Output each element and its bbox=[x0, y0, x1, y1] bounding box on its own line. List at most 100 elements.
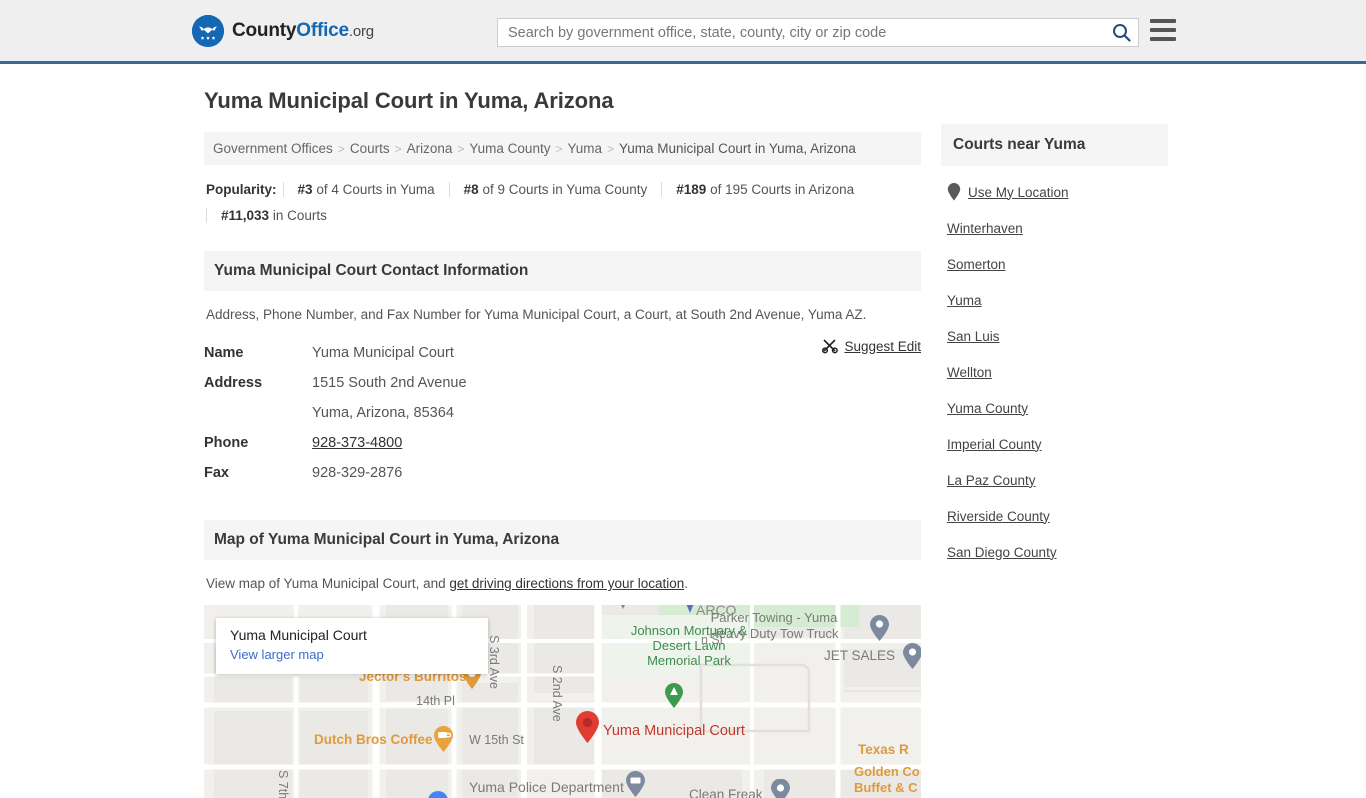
popularity-row: Popularity: #3 of 4 Courts in Yuma #8 of 9… bbox=[204, 165, 921, 237]
popularity-rank: #11,033 bbox=[221, 208, 270, 223]
contact-row-phone: Phone 928-373-4800 bbox=[204, 428, 921, 458]
sidebar-link[interactable]: San Diego County bbox=[947, 545, 1057, 560]
contact-section-description: Address, Phone Number, and Fax Number fo… bbox=[206, 307, 867, 322]
sidebar-link[interactable]: Yuma bbox=[947, 293, 982, 308]
contact-row-name: Name Yuma Municipal Court bbox=[204, 338, 921, 368]
map-label-texas-roadhouse: Texas R bbox=[858, 742, 909, 757]
map-label-yuma-municipal-court: Yuma Municipal Court bbox=[603, 723, 745, 739]
logo-text-county: County bbox=[232, 19, 297, 41]
popularity-item-county: #8 of 9 Courts in Yuma County bbox=[448, 182, 662, 197]
popularity-rank: #3 bbox=[297, 182, 313, 197]
sidebar-link[interactable]: Somerton bbox=[947, 257, 1006, 272]
sidebar-heading: Courts near Yuma bbox=[941, 124, 1168, 166]
breadcrumb-separator-icon: > bbox=[555, 142, 563, 156]
map-label-clean-freak: Clean Freak bbox=[689, 787, 763, 798]
contact-value-fax: 928-329-2876 bbox=[312, 465, 403, 481]
popularity-item-city: #3 of 4 Courts in Yuma bbox=[282, 182, 449, 197]
contact-row-address-2: Yuma, Arizona, 85364 bbox=[204, 398, 921, 428]
use-my-location-link[interactable]: Use My Location bbox=[968, 185, 1069, 200]
breadcrumb-item-government-offices[interactable]: Government Offices bbox=[213, 141, 333, 156]
contact-label: Address bbox=[204, 375, 263, 391]
contact-value-citystatezip: Yuma, Arizona, 85364 bbox=[312, 405, 454, 421]
popularity-item-state: #189 of 195 Courts in Arizona bbox=[661, 182, 869, 197]
map-label-s-2nd-ave: S 2nd Ave bbox=[550, 665, 564, 722]
sidebar-list: Use My Location Winterhaven Somerton Yum… bbox=[941, 166, 1168, 570]
sidebar-item-somerton[interactable]: Somerton bbox=[947, 246, 1168, 282]
hamburger-bar-3 bbox=[1150, 37, 1176, 41]
popularity-rest: in Courts bbox=[272, 208, 327, 223]
sidebar-item-la-paz-county[interactable]: La Paz County bbox=[947, 462, 1168, 498]
sidebar-item-riverside-county[interactable]: Riverside County bbox=[947, 498, 1168, 534]
map-label-dutch-bros-coffee: Dutch Bros Coffee bbox=[314, 732, 433, 747]
sidebar-item-wellton[interactable]: Wellton bbox=[947, 354, 1168, 390]
logo-text-office: Office bbox=[296, 19, 349, 41]
map-label-w-15th-st: W 15th St bbox=[469, 733, 524, 747]
logo-text-org: .org bbox=[348, 22, 374, 40]
breadcrumb: Government Offices > Courts > Arizona > Yuma C… bbox=[204, 132, 921, 165]
map-desc-suffix: . bbox=[684, 576, 689, 591]
sidebar-item-san-diego-county[interactable]: San Diego County bbox=[947, 534, 1168, 570]
popularity-rest: of 9 Courts in Yuma County bbox=[482, 182, 648, 197]
sidebar-link[interactable]: Yuma County bbox=[947, 401, 1028, 416]
search-button[interactable] bbox=[1104, 19, 1138, 46]
map-label-s-7th: S 7th bbox=[276, 770, 290, 798]
sidebar-link[interactable]: San Luis bbox=[947, 329, 1000, 344]
breadcrumb-separator-icon: > bbox=[607, 142, 615, 156]
sidebar-item-use-my-location[interactable]: Use My Location bbox=[947, 174, 1168, 210]
phone-link[interactable]: 928-373-4800 bbox=[312, 435, 402, 451]
map-card-title: Yuma Municipal Court bbox=[230, 627, 367, 643]
search-input[interactable] bbox=[498, 19, 1104, 46]
suggest-edit-button[interactable]: Suggest Edit bbox=[822, 338, 921, 354]
popularity-rank: #189 bbox=[676, 182, 707, 197]
contact-section-heading: Yuma Municipal Court Contact Information bbox=[204, 251, 921, 291]
contact-row-fax: Fax 928-329-2876 bbox=[204, 458, 921, 488]
contact-label: Phone bbox=[204, 435, 249, 451]
sidebar: Courts near Yuma Use My Location Winterh… bbox=[941, 124, 1168, 570]
search-icon bbox=[1112, 24, 1131, 42]
map-pin-icon bbox=[947, 183, 961, 201]
hamburger-menu-icon[interactable] bbox=[1150, 19, 1176, 41]
contact-label: Name bbox=[204, 345, 244, 361]
contact-label: Fax bbox=[204, 465, 229, 481]
map-label-s-3rd-ave: S 3rd Ave bbox=[487, 635, 501, 689]
sidebar-item-imperial-county[interactable]: Imperial County bbox=[947, 426, 1168, 462]
map-desc-prefix: View map of Yuma Municipal Court, and bbox=[206, 576, 450, 591]
map-label-parker-towing: Parker Towing - Yuma Heavy Duty Tow Truc… bbox=[709, 610, 839, 641]
breadcrumb-item-arizona[interactable]: Arizona bbox=[407, 141, 453, 156]
hamburger-bar-1 bbox=[1150, 19, 1176, 23]
search-bar[interactable] bbox=[497, 18, 1139, 47]
sidebar-link[interactable]: La Paz County bbox=[947, 473, 1036, 488]
popularity-label: Popularity: bbox=[206, 182, 277, 197]
sidebar-link[interactable]: Winterhaven bbox=[947, 221, 1023, 236]
sidebar-item-yuma-county[interactable]: Yuma County bbox=[947, 390, 1168, 426]
view-larger-map-link[interactable]: View larger map bbox=[230, 647, 324, 662]
breadcrumb-item-yuma[interactable]: Yuma bbox=[567, 141, 602, 156]
driving-directions-link[interactable]: get driving directions from your locatio… bbox=[449, 576, 684, 591]
popularity-item-national: #11,033 in Courts bbox=[206, 208, 341, 223]
sidebar-link[interactable]: Wellton bbox=[947, 365, 992, 380]
main-content: Yuma Municipal Court in Yuma, Arizona Go… bbox=[204, 88, 921, 798]
map-label-golden-corral: Golden Co Buffet & C bbox=[854, 764, 920, 795]
sidebar-item-yuma[interactable]: Yuma bbox=[947, 282, 1168, 318]
contact-value-name: Yuma Municipal Court bbox=[312, 345, 454, 361]
page-title: Yuma Municipal Court in Yuma, Arizona bbox=[204, 88, 614, 113]
breadcrumb-separator-icon: > bbox=[457, 142, 465, 156]
popularity-rest: of 4 Courts in Yuma bbox=[316, 182, 435, 197]
sidebar-item-winterhaven[interactable]: Winterhaven bbox=[947, 210, 1168, 246]
map-label-jet-sales: JET SALES bbox=[824, 648, 896, 663]
sidebar-link[interactable]: Riverside County bbox=[947, 509, 1050, 524]
breadcrumb-separator-icon: > bbox=[394, 142, 402, 156]
map-label-yuma-police-department: Yuma Police Department bbox=[469, 779, 624, 795]
breadcrumb-item-yuma-county[interactable]: Yuma County bbox=[469, 141, 550, 156]
map-section-description: View map of Yuma Municipal Court, and ge… bbox=[204, 560, 921, 601]
contact-value-phone: 928-373-4800 bbox=[312, 428, 402, 458]
sidebar-item-san-luis[interactable]: San Luis bbox=[947, 318, 1168, 354]
site-logo[interactable]: CountyOffice.org bbox=[192, 14, 374, 47]
suggest-edit-icon bbox=[822, 339, 839, 354]
map-info-card[interactable]: Yuma Municipal Court View larger map bbox=[216, 618, 488, 674]
sidebar-link[interactable]: Imperial County bbox=[947, 437, 1042, 452]
map-embed[interactable]: ARCO n St Jector's Burritos 14th Pl Dutc… bbox=[204, 605, 921, 798]
hamburger-bar-2 bbox=[1150, 28, 1176, 32]
site-logo-text: CountyOffice.org bbox=[232, 20, 374, 42]
breadcrumb-item-courts[interactable]: Courts bbox=[350, 141, 390, 156]
